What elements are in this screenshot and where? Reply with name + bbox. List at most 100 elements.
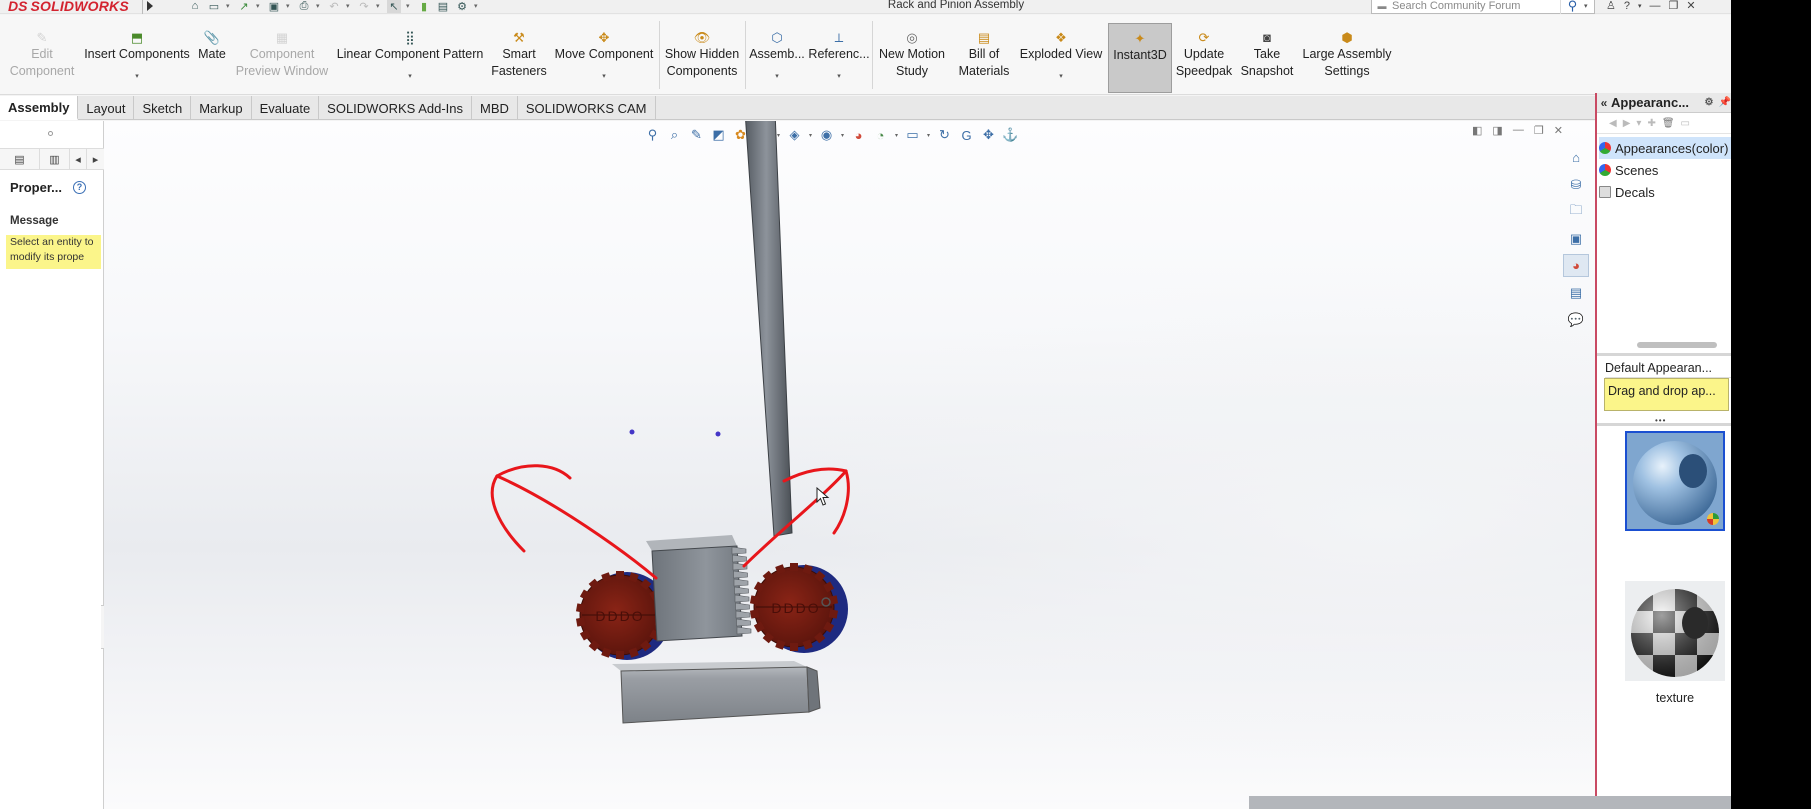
gear-icon[interactable]: ⚙ [1701,97,1717,108]
tab-evaluate[interactable]: Evaluate [252,96,320,120]
tab-layout[interactable]: Layout [78,96,135,120]
tree-item-decals[interactable]: Decals [1599,181,1731,203]
tab-assembly[interactable]: Assembly [0,96,79,120]
forward-icon[interactable]: ▶ [1623,118,1631,129]
save-icon[interactable]: ▣ [267,0,281,13]
rack-and-pinion-model[interactable]: DDDO DDDO [104,121,1595,809]
new-document-icon[interactable]: ▭ [207,0,221,13]
undo-icon[interactable]: ↶ [327,0,341,13]
horizontal-scrollbar[interactable] [1637,342,1717,348]
home-icon[interactable]: ⌂ [188,0,202,13]
exploded-view-button[interactable]: ❖ Exploded View ▾ [1016,15,1106,95]
search-scope-icon[interactable]: ▬ [1372,1,1392,11]
add-to-favorites-icon[interactable]: ✚ [1647,118,1655,129]
user-icon[interactable]: ♙ [1606,0,1616,12]
new-folder-icon[interactable]: ▭ [1681,118,1690,129]
right-pinion-gear[interactable]: DDDO [749,563,848,653]
base-block[interactable] [612,661,821,724]
redo-icon[interactable]: ↷ [357,0,371,13]
open-icon[interactable]: ↗ [237,0,251,13]
search-box[interactable]: ▬ Search Community Forum ⚲ ▾ [1371,0,1595,14]
chevron-down-icon[interactable]: ▾ [135,73,139,81]
tab-markup[interactable]: Markup [191,96,252,120]
appearances-icon[interactable]: ◕ [1563,254,1589,277]
assembly-features-button[interactable]: ⬡ Assemb... ▾ [748,15,806,95]
insert-components-button[interactable]: ⬒ Insert Components ▾ [82,15,192,95]
close-icon[interactable]: ✕ [1686,0,1695,12]
delete-icon[interactable]: 🗑 [1662,118,1675,129]
options-gear-icon[interactable]: ⚙ [455,0,469,13]
linear-component-pattern-button[interactable]: ⣿ Linear Component Pattern ▾ [334,15,486,95]
bill-of-materials-button[interactable]: ▤ Bill of Materials [954,15,1014,95]
chevron-down-icon[interactable]: ▾ [1584,2,1594,10]
restore-icon[interactable]: ❐ [1669,0,1679,12]
chevron-right-icon[interactable]: ▸ [87,149,104,169]
minimize-icon[interactable]: — [1650,0,1661,12]
menu-expand-icon[interactable] [142,0,156,14]
reference-geometry-button[interactable]: ⟂ Referenc... ▾ [808,15,870,95]
chevron-down-icon[interactable]: ▾ [1636,118,1641,129]
large-assembly-settings-button[interactable]: ⬢ Large Assembly Settings [1298,15,1396,95]
new-motion-study-button[interactable]: ◎ New Motion Study [874,15,950,95]
solidworks-resources-home-icon[interactable]: ⌂ [1563,146,1589,169]
instant3d-button[interactable]: ✦ Instant3D [1108,23,1172,93]
select-icon[interactable]: ↖ [387,0,401,13]
search-icon[interactable]: ⚲ [1560,0,1584,14]
chevron-down-icon[interactable]: ▾ [775,73,779,81]
file-explorer-icon[interactable]: 🗀 [1563,200,1589,223]
view-palette-icon[interactable]: ▣ [1563,227,1589,250]
chevron-down-icon[interactable]: ▾ [316,2,322,10]
panel-grip-icon[interactable] [48,131,53,136]
back-icon[interactable]: ◀ [1609,118,1617,129]
print-icon[interactable]: ⎙ [297,0,311,13]
take-snapshot-button[interactable]: ◙ Take Snapshot [1238,15,1296,95]
pin-icon[interactable]: 📌 [1717,97,1731,108]
search-input[interactable]: Search Community Forum [1392,0,1560,12]
chevron-down-icon[interactable]: ▾ [226,2,232,10]
chevron-down-icon[interactable]: ▾ [406,2,412,10]
tab-solidworks-add-ins[interactable]: SOLIDWORKS Add-Ins [319,96,472,120]
design-library-icon[interactable]: ⛁ [1563,173,1589,196]
forum-icon[interactable]: 💬 [1563,308,1589,331]
tab-mbd[interactable]: MBD [472,96,518,120]
chevron-down-icon[interactable]: ▾ [408,73,412,81]
chevron-down-icon[interactable]: ▾ [602,73,606,81]
chevron-down-icon[interactable]: ▾ [376,2,382,10]
property-manager-tab-icon[interactable]: ▥ [40,149,70,169]
edit-component-button[interactable]: ✎ Edit Component [4,15,80,95]
tree-item-appearances[interactable]: Appearances(color) [1599,137,1731,159]
tab-sketch[interactable]: Sketch [134,96,192,120]
chevron-down-icon[interactable]: ▾ [474,2,480,10]
file-properties-icon[interactable]: ▤ [436,0,450,13]
chevron-down-icon[interactable]: ▾ [1638,2,1642,10]
chevron-down-icon[interactable]: ▾ [256,2,262,10]
help-icon[interactable]: ? [73,181,86,194]
graphics-area[interactable]: ◧ ◨ — ❐ ✕ ⚲ ⌕ ✎ ◩ ✿ ⬛▾ ◈▾ ◉▾ ◕ ◔▾ ▭▾ ↻ G… [104,121,1595,809]
chevron-down-icon[interactable]: ▾ [286,2,292,10]
appearance-thumbnail-texture[interactable] [1625,581,1725,681]
update-speedpak-button[interactable]: ⟳ Update Speedpak [1174,15,1234,95]
move-component-button[interactable]: ✥ Move Component ▾ [552,15,656,95]
chevron-down-icon[interactable]: ▾ [1059,73,1063,81]
tree-item-scenes[interactable]: Scenes [1599,159,1731,181]
show-hidden-components-button[interactable]: 👁 Show Hidden Components [662,15,742,95]
rebuild-icon[interactable]: ▮ [417,0,431,13]
rack-rod[interactable] [745,121,793,537]
feature-tree-tab-icon[interactable]: ▤ [0,149,40,169]
component-preview-window-button[interactable]: ▦ Component Preview Window [232,15,332,95]
sketch-point[interactable] [715,431,721,437]
mate-button[interactable]: 📎 Mate [196,15,228,95]
appearance-thumbnail-selected[interactable] [1625,431,1725,531]
chevron-left-icon[interactable]: ◂ [70,149,87,169]
tab-solidworks-cam[interactable]: SOLIDWORKS CAM [518,96,656,120]
sketch-point[interactable] [629,429,635,435]
chevron-down-icon[interactable]: ▾ [346,2,352,10]
smart-fasteners-button[interactable]: ⚒ Smart Fasteners [488,15,550,95]
help-icon[interactable]: ? [1624,0,1630,12]
chevron-down-icon[interactable]: ▾ [837,73,841,81]
collapse-chevron-icon[interactable]: « [1597,96,1611,110]
slider-block[interactable] [646,535,752,642]
solidworks-logo[interactable]: DS SOLIDWORKS [8,0,129,15]
custom-properties-icon[interactable]: ▤ [1563,281,1589,304]
pane-splitter[interactable] [1597,353,1731,356]
